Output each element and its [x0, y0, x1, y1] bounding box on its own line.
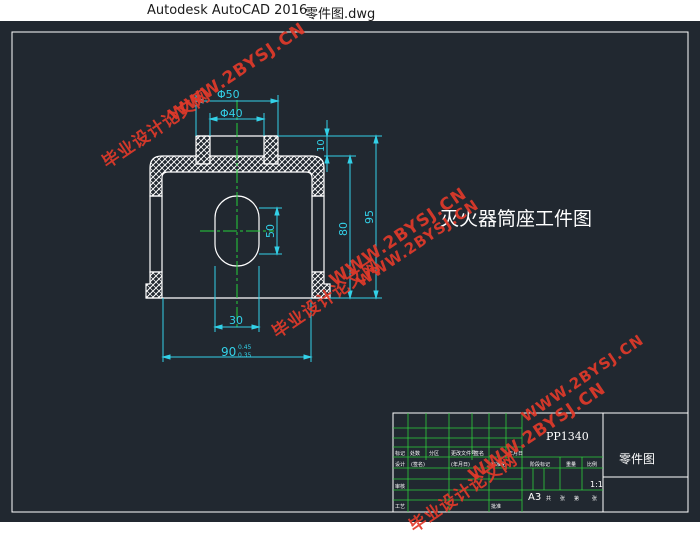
dim-slot-width: 30: [229, 314, 243, 327]
tb-cell-scale: 比例: [587, 461, 597, 468]
centerlines: [200, 100, 274, 330]
tb-cell-change: 更改文件号: [451, 450, 476, 457]
tb-cell-process: 工艺: [395, 504, 405, 510]
scale-value: 1:1: [590, 480, 603, 489]
app-name: Autodesk AutoCAD 2016: [147, 3, 308, 18]
dim-total-height: 95: [363, 210, 376, 224]
part-geometry: [145, 135, 331, 299]
tb-cell-weight: 重量: [566, 461, 576, 468]
tb-cell-signature: (签名): [411, 461, 425, 468]
dim-bottom-tol-upper: 0.45: [238, 344, 252, 351]
dim-bottom-tol-lower: 0.35: [238, 352, 252, 359]
tb-cell-sheets: 张: [560, 495, 565, 502]
dim-bottom-width: 90: [221, 345, 236, 359]
part-name: 零件图: [619, 452, 655, 466]
dim-top: 10: [316, 139, 327, 152]
tb-cell-no: 第: [574, 495, 579, 502]
tb-cell-sheet: 张: [592, 495, 597, 502]
tb-cell-approve: 批准: [491, 503, 501, 510]
drawing-canvas[interactable]: Φ50 Φ40 30 90 0.45 0.35 10 50 80 95 灭火器筒…: [0, 19, 700, 537]
dim-slot-height: 50: [264, 224, 277, 238]
tb-cell-review: 审核: [395, 483, 405, 490]
tb-cell-count: 处数: [410, 450, 420, 457]
tb-cell-stage: 阶段标记: [530, 461, 550, 468]
dim-phi-inner: Φ40: [220, 107, 243, 120]
sheet-size: A3: [528, 492, 541, 503]
tb-cell-design: 设计: [395, 461, 405, 468]
file-name: 零件图.dwg: [305, 7, 376, 22]
title-bar: Autodesk AutoCAD 2016 零件图.dwg: [0, 0, 700, 22]
tb-cell-total: 共: [546, 495, 551, 502]
dim-inner-height: 80: [337, 222, 350, 236]
tb-cell-mark: 标记: [395, 450, 405, 457]
tb-cell-zone: 分区: [429, 450, 439, 457]
